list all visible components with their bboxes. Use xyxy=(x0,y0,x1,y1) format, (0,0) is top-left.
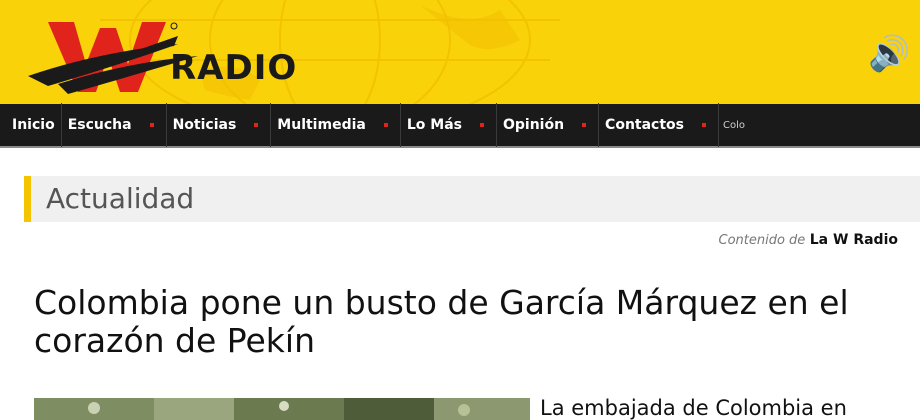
dropdown-caret-icon xyxy=(254,123,259,127)
section-title: Actualidad xyxy=(46,182,195,215)
nav-item-escucha[interactable]: Escucha xyxy=(62,103,167,147)
credit-prefix: Contenido de xyxy=(718,233,806,248)
nav-label-inicio: Inicio xyxy=(12,117,55,133)
site-header: RADIO 🔊 xyxy=(0,0,920,104)
nav-item-lo-mas[interactable]: Lo Más xyxy=(401,103,497,147)
nav-label-noticias: Noticias xyxy=(172,117,237,133)
article-photo[interactable] xyxy=(34,398,530,420)
logo-wordmark: RADIO xyxy=(170,48,298,88)
nav-label-contactos: Contactos xyxy=(605,117,684,133)
nav-item-noticias[interactable]: Noticias xyxy=(167,103,272,147)
nav-item-inicio[interactable]: Inicio xyxy=(0,103,62,147)
nav-label-escucha: Escucha xyxy=(67,117,132,133)
credit-brand-link[interactable]: La W Radio xyxy=(810,232,898,248)
dropdown-caret-icon xyxy=(582,123,587,127)
main-navigation: Inicio Escucha Noticias Multimedia Lo Má… xyxy=(0,103,920,148)
nav-item-multimedia[interactable]: Multimedia xyxy=(271,103,401,147)
nav-item-colo[interactable]: Colo xyxy=(719,103,751,147)
dropdown-caret-icon xyxy=(702,123,706,127)
section-header: Actualidad xyxy=(24,176,920,222)
article-lead-text: La embajada de Colombia en xyxy=(540,396,847,420)
nav-item-contactos[interactable]: Contactos xyxy=(599,103,719,147)
dropdown-caret-icon xyxy=(383,123,388,127)
speaker-volume-icon[interactable]: 🔊 xyxy=(868,34,910,74)
nav-label-colo: Colo xyxy=(723,119,745,131)
nav-label-opinion: Opinión xyxy=(502,117,565,133)
section-accent-bar xyxy=(24,176,31,222)
dropdown-caret-icon xyxy=(479,123,484,127)
nav-label-lo-mas: Lo Más xyxy=(406,117,462,133)
nav-label-multimedia: Multimedia xyxy=(277,117,366,133)
dropdown-caret-icon xyxy=(149,123,154,127)
content-credit: Contenido de La W Radio xyxy=(719,232,899,248)
article-headline: Colombia pone un busto de García Márquez… xyxy=(34,283,849,360)
nav-item-opinion[interactable]: Opinión xyxy=(497,103,600,147)
